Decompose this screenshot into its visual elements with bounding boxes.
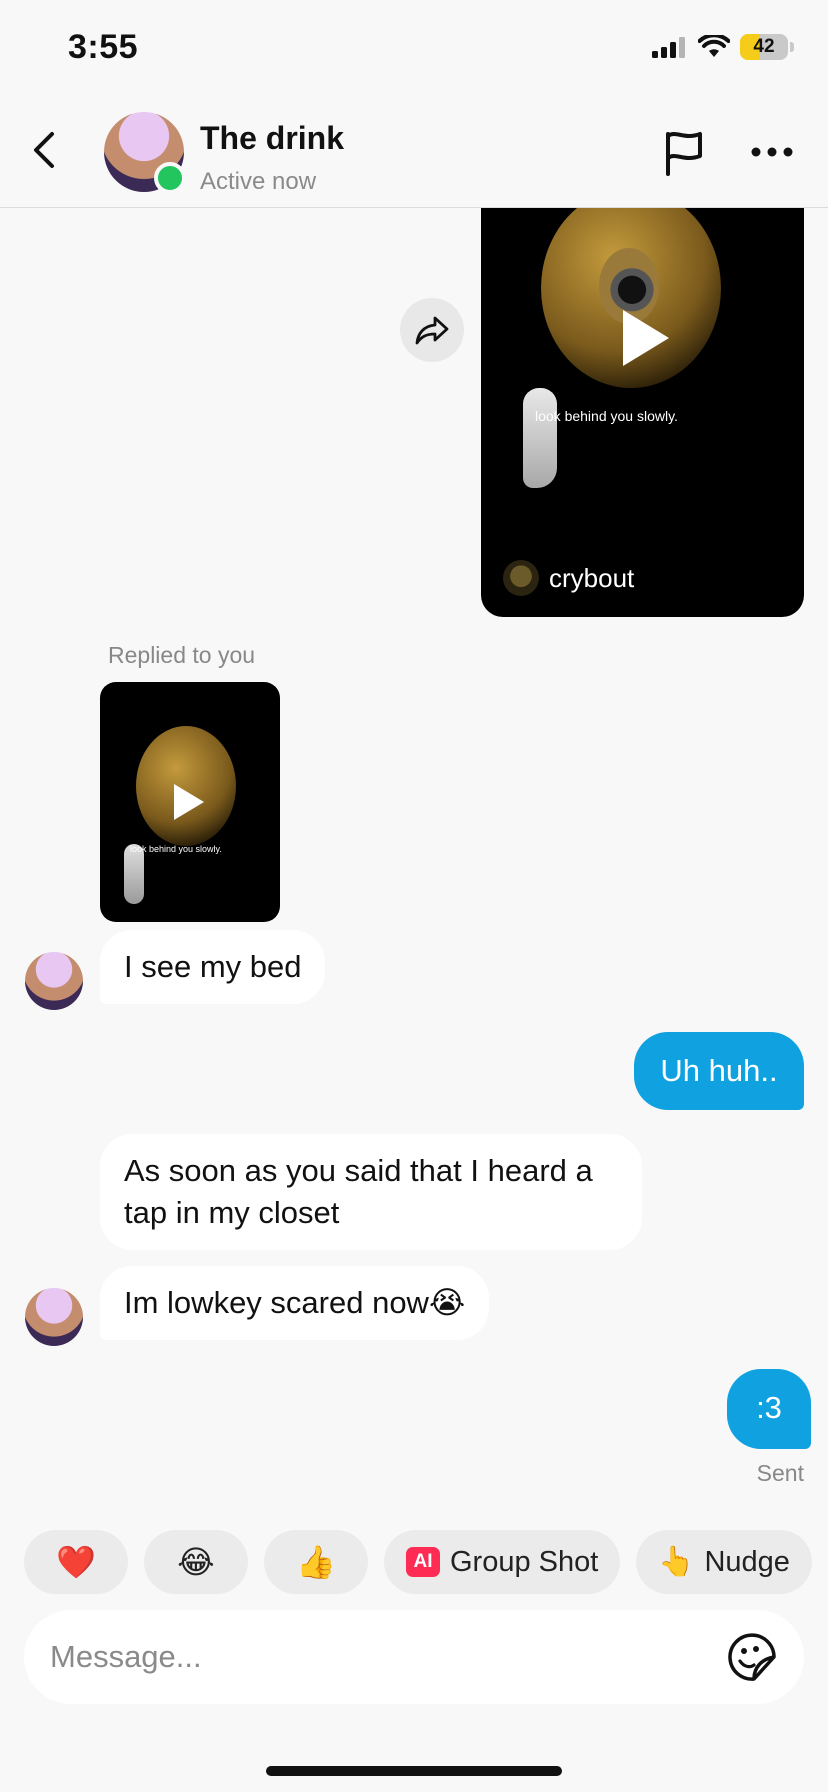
message-bubble-incoming[interactable]: I see my bed [100,930,326,1004]
replied-video-caption: look behind you slowly. [130,844,222,854]
back-arrow-icon[interactable] [28,128,62,172]
pointing-hand-icon: 👆 [658,1546,695,1578]
contact-activity-status: Active now [200,168,317,195]
message-bubble-outgoing[interactable]: :3 [727,1369,811,1449]
laugh-reaction-button[interactable]: 😂 [144,1530,248,1594]
video-author-name: crybout [549,562,635,593]
chat-header: The drink Active now [0,90,828,208]
status-icons: 42 [652,34,794,60]
quick-reactions-bar: ❤️ 😂 👍 AI Group Shot 👆 Nudge [24,1530,812,1594]
sticker-emoji-icon[interactable] [726,1631,778,1683]
wifi-icon [698,35,730,57]
message-bubble-incoming[interactable]: As soon as you said that I heard a tap i… [100,1134,642,1250]
ai-icon: AI [406,1547,440,1577]
report-flag-icon[interactable] [662,130,706,176]
nudge-label: Nudge [704,1545,790,1578]
video-caption: look behind you slowly. [535,408,678,424]
video-author-avatar [503,560,539,596]
status-time: 3:55 [68,28,139,66]
video-author[interactable]: crybout [503,560,634,596]
play-icon[interactable] [623,310,669,366]
thumbs-up-reaction-button[interactable]: 👍 [264,1530,368,1594]
play-icon[interactable] [174,784,204,820]
replied-video-thumbnail[interactable]: look behind you slowly. [100,682,280,922]
share-button[interactable] [400,298,464,362]
nudge-button[interactable]: 👆 Nudge [636,1530,812,1594]
battery-level: 42 [753,36,775,57]
contact-avatar-small[interactable] [25,952,83,1010]
group-shot-label: Group Shot [450,1545,599,1578]
heart-reaction-button[interactable]: ❤️ [24,1530,128,1594]
online-status-dot [154,162,186,194]
message-bubble-outgoing[interactable]: Uh huh.. [634,1032,804,1110]
more-options-icon[interactable] [748,144,796,160]
home-indicator [266,1766,562,1776]
delivery-status: Sent [756,1460,804,1486]
share-arrow-icon [415,316,449,345]
battery-icon: 42 [740,34,788,60]
message-composer [24,1610,804,1704]
shared-video-card[interactable]: look behind you slowly. crybout [481,208,804,617]
cellular-signal-icon [652,37,685,58]
contact-avatar-small[interactable] [25,1288,83,1346]
group-shot-button[interactable]: AI Group Shot [384,1530,621,1594]
message-input[interactable] [50,1639,726,1675]
replied-label: Replied to you [108,642,256,668]
message-bubble-incoming[interactable]: Im lowkey scared now😭 [100,1266,490,1340]
contact-name[interactable]: The drink [200,120,344,157]
